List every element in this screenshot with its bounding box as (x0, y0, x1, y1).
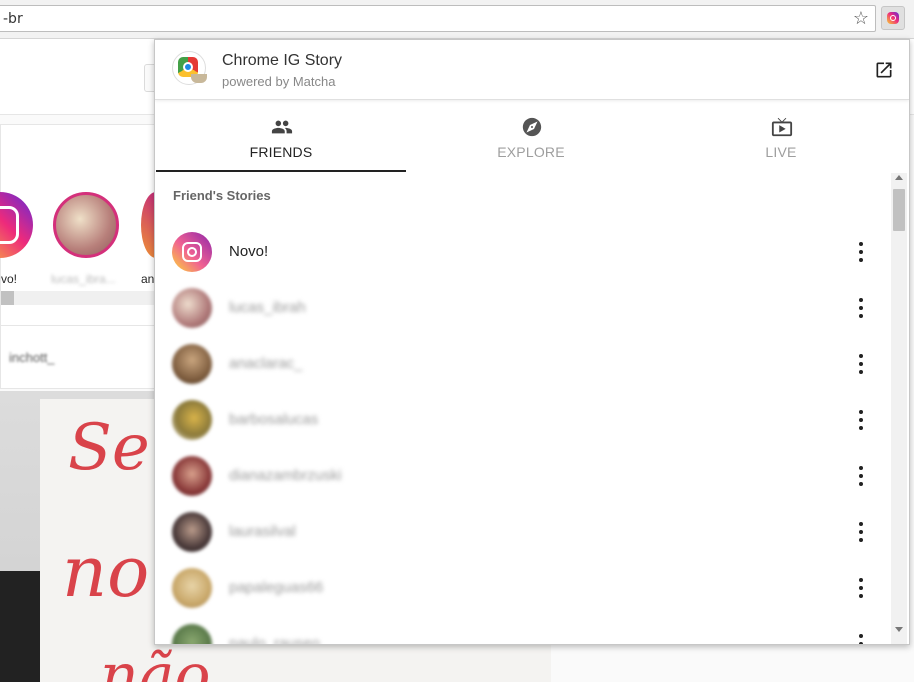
avatar (172, 456, 212, 496)
handwriting-text: Se (68, 411, 150, 485)
list-item[interactable]: anaclarac_ (155, 337, 889, 393)
scroll-thumb[interactable] (893, 189, 905, 231)
more-vert-icon[interactable] (852, 409, 870, 431)
more-vert-icon[interactable] (852, 521, 870, 543)
story-username: anaclarac_ (229, 355, 303, 372)
tab-friends[interactable]: FRIENDS (156, 100, 406, 172)
app-title: Chrome IG Story (222, 52, 343, 69)
address-bar[interactable]: -br ☆ (0, 5, 876, 32)
avatar (172, 344, 212, 384)
story-username: Novo! (229, 243, 269, 260)
story-label: an (141, 272, 155, 286)
story-label: vo! (1, 272, 18, 286)
browser-toolbar: -br ☆ (0, 0, 914, 39)
story-avatar[interactable] (53, 192, 119, 258)
list-item[interactable]: lucas_ibrah (155, 281, 889, 337)
avatar (172, 512, 212, 552)
more-vert-icon[interactable] (852, 633, 870, 644)
avatar (172, 568, 212, 608)
post-header: inchott_ (0, 325, 162, 389)
tab-label: LIVE (765, 144, 797, 160)
photo-shadow (0, 571, 40, 682)
extension-popup: Chrome IG Story powered by Matcha FRIEND… (154, 39, 910, 645)
avatar (172, 288, 212, 328)
more-vert-icon[interactable] (852, 353, 870, 375)
section-title: Friend's Stories (173, 188, 271, 203)
instagram-icon (172, 232, 212, 272)
story-label: lucas_ibra... (51, 272, 116, 286)
star-icon[interactable]: ☆ (853, 8, 869, 28)
story-username: paulo_rauseo (229, 635, 320, 644)
list-item[interactable]: Novo! (155, 225, 889, 281)
list-item[interactable]: dianazambrzuski (155, 449, 889, 505)
live-tv-icon (771, 117, 793, 137)
tab-explore[interactable]: EXPLORE (406, 100, 656, 172)
compass-icon (522, 117, 542, 137)
more-vert-icon[interactable] (852, 465, 870, 487)
app-logo (172, 51, 207, 85)
story-username: dianazambrzuski (229, 467, 342, 484)
handwriting-text: no (62, 531, 150, 613)
story-username: barbosalucas (229, 411, 319, 428)
scroll-thumb[interactable] (1, 291, 14, 305)
handwriting-text: não (100, 641, 211, 682)
avatar (172, 400, 212, 440)
more-vert-icon[interactable] (852, 577, 870, 599)
tab-label: FRIENDS (249, 144, 313, 160)
story-username: papaleguas66 (229, 579, 324, 596)
story-username: laurasilval (229, 523, 296, 540)
people-icon (271, 120, 293, 134)
app-subtitle: powered by Matcha (222, 74, 336, 89)
stories-scrollbar[interactable] (1, 291, 161, 305)
story-avatar[interactable] (0, 192, 33, 258)
list-item[interactable]: barbosalucas (155, 393, 889, 449)
list-item[interactable]: papaleguas66 (155, 561, 889, 617)
more-vert-icon[interactable] (852, 241, 870, 263)
tab-bar: FRIENDS EXPLORE LIVE (155, 100, 909, 172)
matcha-cup-icon (191, 74, 207, 83)
tab-live[interactable]: LIVE (656, 100, 906, 172)
scroll-up-arrow-icon[interactable] (895, 175, 903, 180)
address-bar-text[interactable]: -br (3, 11, 23, 27)
list-item[interactable]: laurasilval (155, 505, 889, 561)
instagram-icon (887, 12, 899, 24)
tab-label: EXPLORE (497, 144, 565, 160)
story-username: lucas_ibrah (229, 299, 306, 316)
open-external-icon[interactable] (874, 60, 894, 80)
scroll-down-arrow-icon[interactable] (895, 627, 903, 632)
avatar (172, 624, 212, 644)
popup-scrollbar[interactable] (891, 173, 907, 644)
popup-header: Chrome IG Story powered by Matcha (155, 40, 909, 100)
more-vert-icon[interactable] (852, 297, 870, 319)
list-item[interactable]: paulo_rauseo (155, 617, 889, 644)
story-list[interactable]: Friend's Stories Novo! lucas_ibrah anacl… (155, 173, 889, 644)
extension-button[interactable] (881, 6, 905, 30)
post-username[interactable]: inchott_ (9, 350, 55, 365)
chrome-center-icon (183, 62, 193, 72)
stories-tray: vo! lucas_ibra... an (0, 124, 171, 326)
